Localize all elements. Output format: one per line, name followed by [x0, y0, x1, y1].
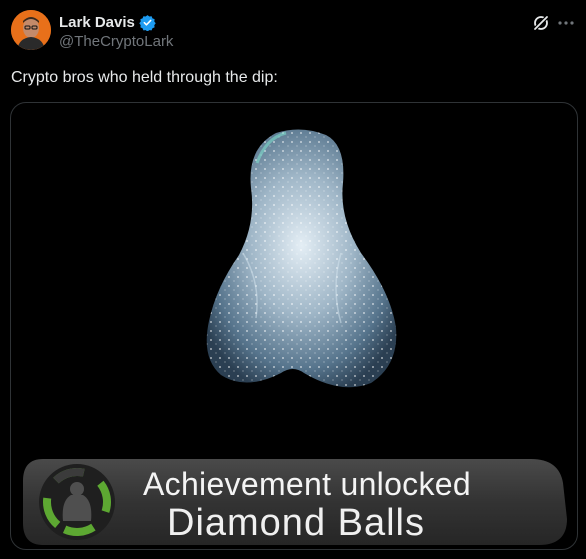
author-handle[interactable]: @TheCryptoLark [59, 33, 173, 50]
achievement-name: Diamond Balls [167, 502, 425, 544]
achievement-title: Achievement unlocked [143, 466, 471, 502]
author-name[interactable]: Lark Davis [59, 14, 135, 31]
tweet-header: Lark Davis @TheCryptoLark [0, 0, 586, 60]
tweet-media[interactable]: Achievement unlocked Diamond Balls [10, 102, 578, 550]
author-name-row: Lark Davis [59, 13, 156, 31]
tweet-text: Crypto bros who held through the dip: [11, 69, 278, 86]
avatar[interactable] [11, 10, 51, 50]
verified-badge-icon [139, 14, 156, 31]
more-options-icon[interactable] [556, 13, 576, 33]
grok-icon[interactable] [531, 13, 551, 33]
